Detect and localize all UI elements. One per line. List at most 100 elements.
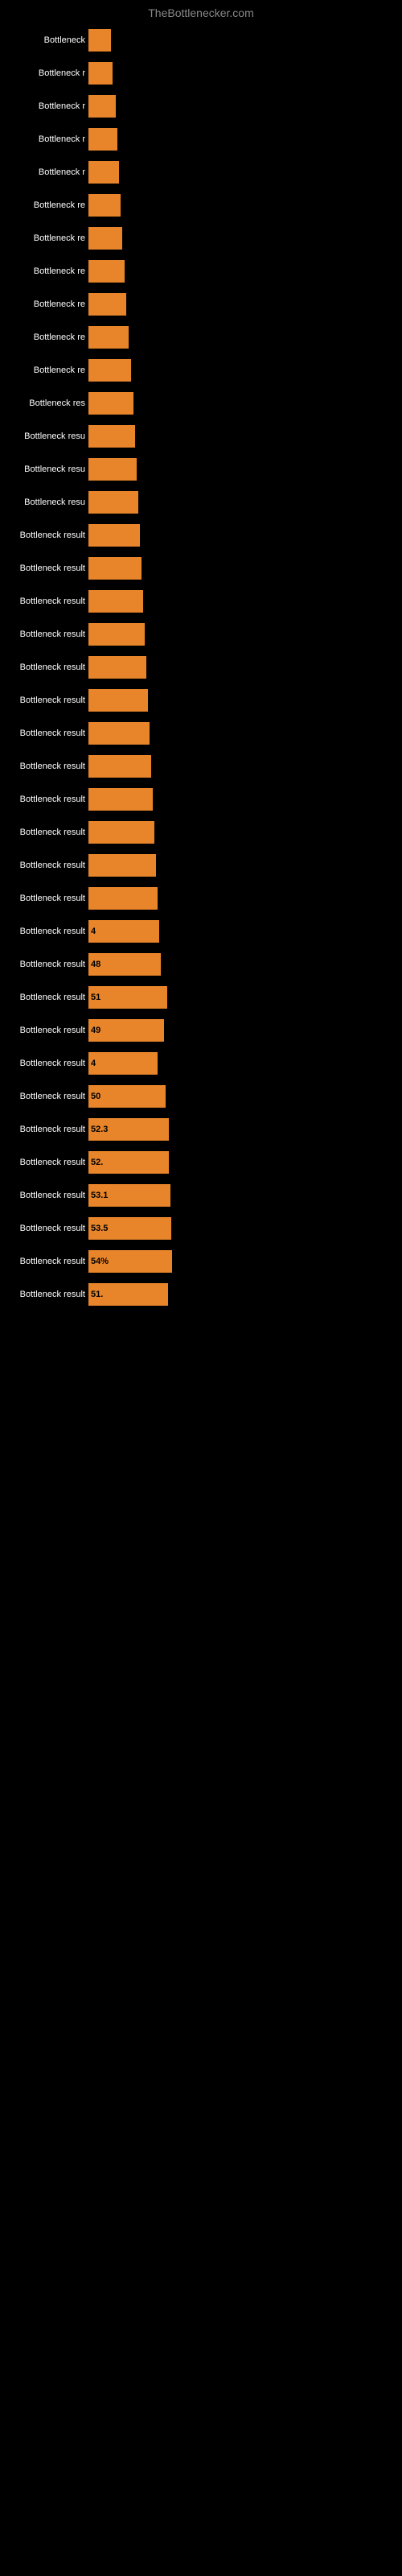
bar-label: Bottleneck result — [0, 1290, 88, 1299]
bar-label: Bottleneck result — [0, 630, 88, 639]
bar-container — [88, 128, 402, 151]
bar-label: Bottleneck result — [0, 894, 88, 903]
bar-container — [88, 29, 402, 52]
bar-row: Bottleneck result — [0, 685, 402, 716]
bar-value: 51 — [91, 993, 100, 1002]
bar-label: Bottleneck result — [0, 762, 88, 771]
bar-row: Bottleneck result53.1 — [0, 1180, 402, 1211]
bar-value: 52.3 — [91, 1125, 108, 1134]
bar-label: Bottleneck result — [0, 1059, 88, 1068]
chart: BottleneckBottleneck rBottleneck rBottle… — [0, 25, 402, 1310]
bar: 53.5 — [88, 1217, 171, 1240]
bar-label: Bottleneck re — [0, 299, 88, 309]
bar — [88, 689, 148, 712]
bar-value: 49 — [91, 1026, 100, 1035]
bar-container — [88, 689, 402, 712]
bar-container — [88, 590, 402, 613]
bar-row: Bottleneck result — [0, 553, 402, 584]
bar: 52. — [88, 1151, 169, 1174]
bar: 51 — [88, 986, 167, 1009]
bar-container — [88, 62, 402, 85]
bar — [88, 425, 135, 448]
bar-row: Bottleneck result — [0, 652, 402, 683]
bar-container: 52. — [88, 1151, 402, 1174]
bar: 4 — [88, 1052, 158, 1075]
bar-label: Bottleneck result — [0, 1158, 88, 1167]
bar-label: Bottleneck result — [0, 1191, 88, 1200]
bar-container: 52.3 — [88, 1118, 402, 1141]
bar-label: Bottleneck result — [0, 597, 88, 606]
bar-row: Bottleneck result48 — [0, 949, 402, 980]
bar-row: Bottleneck r — [0, 124, 402, 155]
bar-container — [88, 326, 402, 349]
bar-label: Bottleneck r — [0, 134, 88, 144]
bar-container — [88, 293, 402, 316]
bar-row: Bottleneck re — [0, 355, 402, 386]
bar-row: Bottleneck — [0, 25, 402, 56]
bar-row: Bottleneck result49 — [0, 1015, 402, 1046]
bar-container — [88, 260, 402, 283]
bar-row: Bottleneck re — [0, 289, 402, 320]
bar-row: Bottleneck r — [0, 58, 402, 89]
bar-row: Bottleneck res — [0, 388, 402, 419]
bar-container: 53.1 — [88, 1184, 402, 1207]
bar-row: Bottleneck re — [0, 322, 402, 353]
bar-row: Bottleneck re — [0, 223, 402, 254]
bar-container — [88, 755, 402, 778]
bar-row: Bottleneck re — [0, 190, 402, 221]
bar — [88, 161, 119, 184]
bar-label: Bottleneck re — [0, 332, 88, 342]
bar-label: Bottleneck result — [0, 993, 88, 1002]
bar: 49 — [88, 1019, 164, 1042]
bar-row: Bottleneck result — [0, 784, 402, 815]
bar — [88, 722, 150, 745]
bar-label: Bottleneck resu — [0, 464, 88, 474]
bar-row: Bottleneck result — [0, 751, 402, 782]
bar-container — [88, 227, 402, 250]
bar-row: Bottleneck result53.5 — [0, 1213, 402, 1244]
bar — [88, 524, 140, 547]
bar-label: Bottleneck result — [0, 960, 88, 969]
bar — [88, 854, 156, 877]
bar-label: Bottleneck re — [0, 200, 88, 210]
bar-row: Bottleneck resu — [0, 454, 402, 485]
bar: 51. — [88, 1283, 168, 1306]
bar-row: Bottleneck result — [0, 520, 402, 551]
bar — [88, 590, 143, 613]
bar-label: Bottleneck result — [0, 663, 88, 672]
bar — [88, 392, 133, 415]
bar-container: 50 — [88, 1085, 402, 1108]
bar-container — [88, 491, 402, 514]
bar — [88, 623, 145, 646]
bar — [88, 656, 146, 679]
bar-row: Bottleneck result54% — [0, 1246, 402, 1277]
bar-label: Bottleneck resu — [0, 497, 88, 507]
bar-container: 48 — [88, 953, 402, 976]
bar-container: 53.5 — [88, 1217, 402, 1240]
bar — [88, 887, 158, 910]
bar-value: 50 — [91, 1092, 100, 1101]
bar-row: Bottleneck r — [0, 157, 402, 188]
bar-container — [88, 623, 402, 646]
bar-label: Bottleneck r — [0, 167, 88, 177]
bar-container — [88, 788, 402, 811]
bar-container — [88, 557, 402, 580]
bar-value: 52. — [91, 1158, 103, 1167]
bar-label: Bottleneck result — [0, 795, 88, 804]
bar-row: Bottleneck result51 — [0, 982, 402, 1013]
bar-label: Bottleneck result — [0, 1092, 88, 1101]
bar-row: Bottleneck result4 — [0, 916, 402, 947]
bar — [88, 491, 138, 514]
bar — [88, 260, 125, 283]
bar-container — [88, 458, 402, 481]
bar — [88, 821, 154, 844]
bar — [88, 194, 121, 217]
bar-value: 53.1 — [91, 1191, 108, 1200]
bar-container — [88, 887, 402, 910]
bar-row: Bottleneck resu — [0, 421, 402, 452]
bar — [88, 326, 129, 349]
bar-container: 4 — [88, 1052, 402, 1075]
bar-value: 4 — [91, 1059, 96, 1068]
bar-row: Bottleneck result — [0, 586, 402, 617]
bar-label: Bottleneck result — [0, 1125, 88, 1134]
